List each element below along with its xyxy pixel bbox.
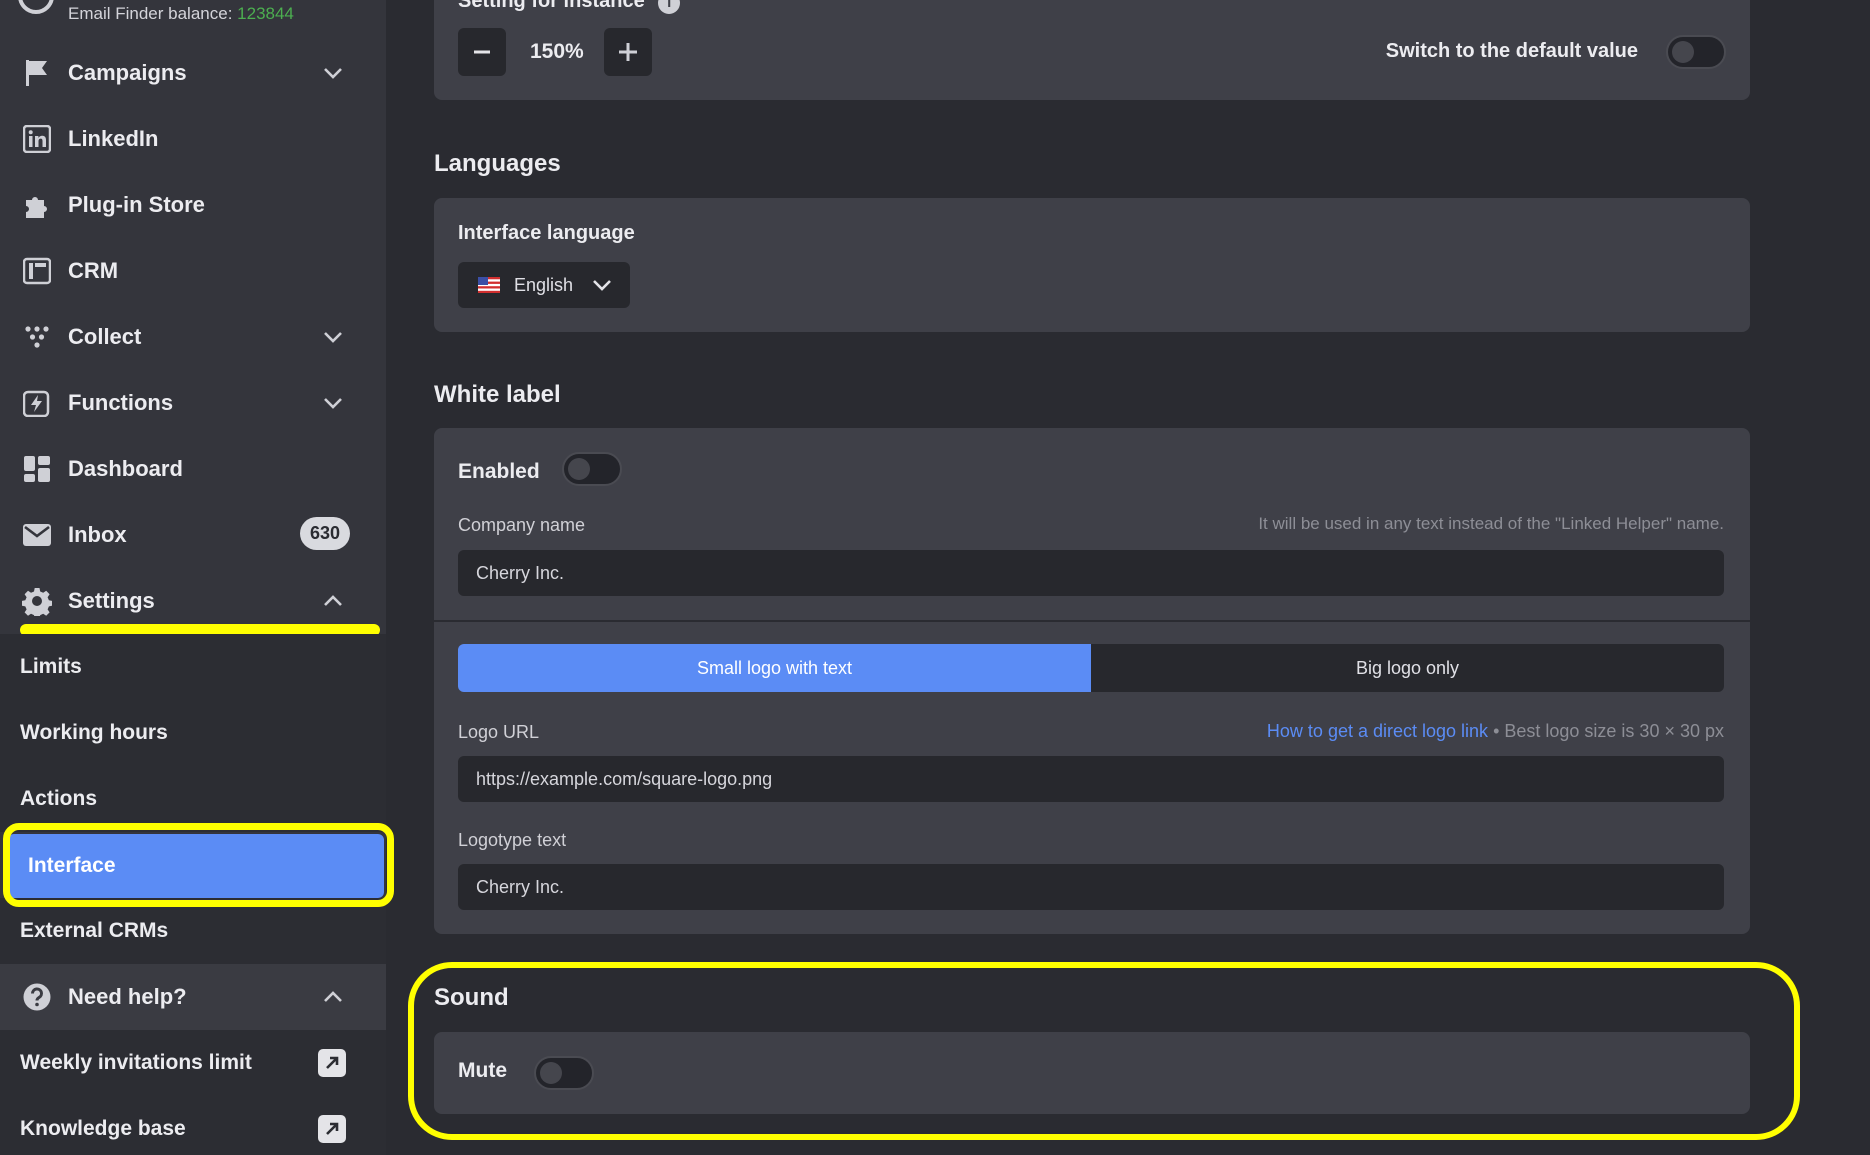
company-name-label: Company name: [458, 515, 586, 535]
chevron-down-icon: [324, 398, 342, 409]
sidebar-item-need-help[interactable]: Need help?: [0, 964, 386, 1030]
functions-bolt-icon: [22, 388, 52, 418]
logotype-text-input[interactable]: Cherry Inc.: [458, 864, 1724, 910]
minus-icon: [474, 50, 490, 54]
language-selected: English: [514, 274, 574, 295]
sidebar-item-functions[interactable]: Functions: [0, 370, 386, 436]
sidebar-item-collect[interactable]: Collect: [0, 304, 386, 370]
logo-mode-segment: Small logo with text Big logo only: [458, 644, 1724, 692]
puzzle-icon: [22, 190, 52, 220]
chevron-down-icon: [593, 280, 611, 291]
logo-url-hint: How to get a direct logo link • Best log…: [1266, 721, 1724, 741]
crm-icon: [22, 256, 52, 286]
mute-label: Mute: [458, 1059, 507, 1082]
help-circle-icon: [22, 982, 52, 1012]
logo-option-big-only[interactable]: Big logo only: [1091, 644, 1724, 692]
flag-icon: [22, 58, 52, 88]
white-label-card-top: Enabled Company name It will be used in …: [434, 428, 1750, 620]
zoom-value: 150%: [530, 40, 584, 63]
external-link-icon: [318, 1115, 346, 1143]
default-value-toggle[interactable]: [1666, 35, 1726, 69]
logo-url-label: Logo URL: [458, 722, 540, 742]
sidebar-item-dashboard[interactable]: Dashboard: [0, 436, 386, 502]
info-icon[interactable]: i: [658, 0, 681, 14]
settings-sub-external-crms[interactable]: External CRMs: [0, 898, 386, 964]
chevron-down-icon: [324, 332, 342, 343]
mute-toggle[interactable]: [534, 1056, 594, 1090]
languages-section-title: Languages: [434, 150, 561, 177]
plus-icon: [619, 43, 637, 61]
logo-url-input[interactable]: https://example.com/square-logo.png: [458, 756, 1724, 802]
dashboard-icon: [22, 454, 52, 484]
sidebar-item-crm[interactable]: CRM: [0, 238, 386, 304]
enabled-label: Enabled: [458, 460, 540, 483]
settings-sub-working-hours[interactable]: Working hours: [0, 700, 386, 766]
help-link-knowledge-base[interactable]: Knowledge base: [0, 1096, 386, 1155]
logotype-text-label: Logotype text: [458, 830, 567, 850]
chevron-up-icon: [324, 595, 342, 606]
interface-language-label: Interface language: [458, 222, 635, 244]
zoom-card: Setting for instance i 150% Switch to th…: [434, 0, 1750, 100]
chevron-up-icon: [324, 991, 342, 1002]
languages-card: Interface language English: [434, 198, 1750, 332]
inbox-count-badge: 630: [299, 517, 350, 550]
gear-icon: [22, 586, 52, 616]
external-link-icon: [318, 1049, 346, 1077]
sidebar-item-linkedin[interactable]: LinkedIn: [0, 106, 386, 172]
direct-logo-link[interactable]: How to get a direct logo link: [1267, 721, 1488, 741]
zoom-decrease-button[interactable]: [458, 28, 506, 76]
logo-option-small-with-text[interactable]: Small logo with text: [458, 644, 1091, 692]
main-content: Setting for instance i 150% Switch to th…: [386, 0, 1870, 1155]
sidebar-item-inbox[interactable]: Inbox 630: [0, 502, 386, 568]
sound-card: Mute: [434, 1032, 1750, 1114]
company-name-hint: It will be used in any text instead of t…: [1258, 514, 1724, 533]
chevron-down-icon: [324, 68, 342, 79]
zoom-increase-button[interactable]: [604, 28, 652, 76]
sidebar: Email Finder balance: 123844 Campaigns L…: [0, 0, 394, 1155]
app-logo-icon: [18, 0, 54, 14]
white-label-enabled-toggle[interactable]: [562, 452, 622, 486]
help-link-weekly-invitations[interactable]: Weekly invitations limit: [0, 1030, 386, 1096]
collect-dots-icon: [22, 322, 52, 352]
us-flag-icon: [478, 277, 500, 293]
balance-value: 123844: [237, 4, 294, 23]
white-label-section-title: White label: [434, 381, 561, 408]
language-select[interactable]: English: [458, 262, 630, 308]
white-label-card-logo: Small logo with text Big logo only Logo …: [434, 622, 1750, 934]
settings-sub-interface[interactable]: Interface: [8, 834, 384, 898]
settings-sub-actions[interactable]: Actions: [0, 766, 386, 832]
sidebar-item-campaigns[interactable]: Campaigns: [0, 40, 386, 106]
settings-sub-limits[interactable]: Limits: [0, 634, 386, 700]
company-name-input[interactable]: Cherry Inc.: [458, 550, 1724, 596]
linkedin-icon: [22, 124, 52, 154]
sound-section-title: Sound: [434, 984, 509, 1011]
email-finder-balance: Email Finder balance: 123844: [68, 4, 294, 23]
zoom-setting-label: Setting for instance i: [458, 0, 681, 14]
default-value-label: Switch to the default value: [1385, 40, 1638, 62]
envelope-icon: [22, 520, 52, 550]
sidebar-item-plugin-store[interactable]: Plug-in Store: [0, 172, 386, 238]
